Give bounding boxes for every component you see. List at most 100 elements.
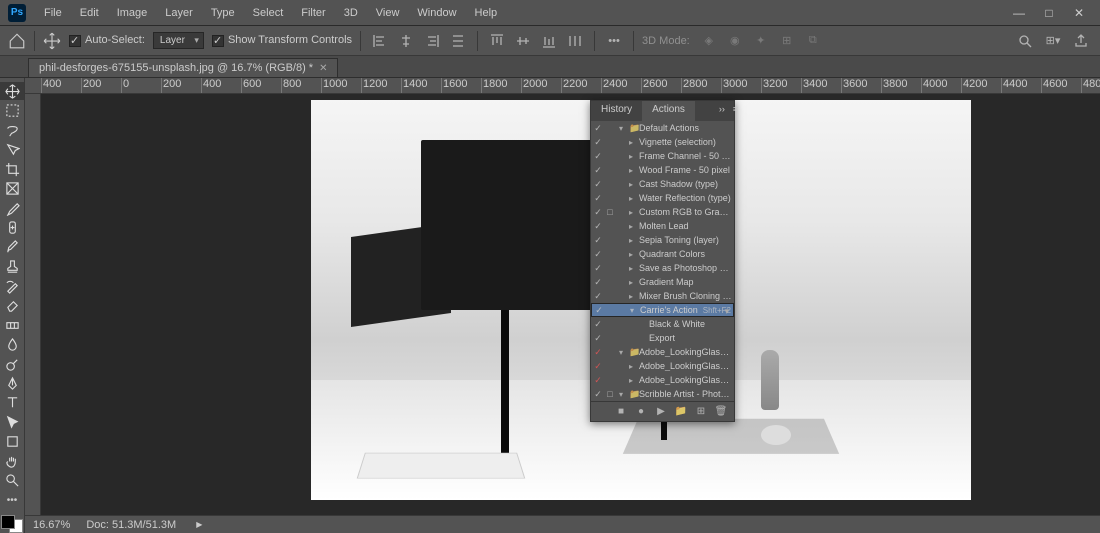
action-row[interactable]: ✓▸Adobe_LookingGlass_Circl… [591,359,734,373]
tab-history[interactable]: History [591,101,642,121]
main-menu: File Edit Image Layer Type Select Filter… [36,3,505,23]
new-action-icon[interactable]: ⊞ [694,406,708,417]
eraser-tool[interactable] [0,296,24,314]
maximize-button[interactable]: □ [1036,4,1062,22]
search-icon[interactable] [1014,30,1036,52]
action-row[interactable]: ✓▸Water Reflection (type) [591,191,734,205]
edit-toolbar[interactable]: ••• [0,491,24,509]
ruler-horizontal: 4002000200400600800100012001400160018002… [25,78,1100,94]
menu-3d[interactable]: 3D [336,3,366,23]
document-tab[interactable]: phil-desforges-675155-unsplash.jpg @ 16.… [28,58,338,77]
align-left-icon[interactable] [369,30,391,52]
align-middle-icon[interactable] [512,30,534,52]
close-button[interactable]: ✕ [1066,4,1092,22]
shape-tool[interactable] [0,433,24,451]
actions-panel: History Actions ›› ≡ ✓▾📁Default Actions✓… [590,100,735,422]
menu-view[interactable]: View [368,3,408,23]
action-row[interactable]: ✓▸Gradient Map [591,275,734,289]
healing-tool[interactable] [0,218,24,236]
tab-actions[interactable]: Actions [642,101,695,121]
toolbox: ••• [0,78,25,533]
delete-icon[interactable]: 🗑 [714,406,728,417]
action-row[interactable]: ✓▾Carrie's ActionShft+F2 [591,303,734,317]
eyedropper-tool[interactable] [0,199,24,217]
canvas[interactable] [41,94,1100,515]
action-row[interactable]: ✓▸Mixer Brush Cloning Paint … [591,289,734,303]
play-icon[interactable]: ▶ [654,406,668,417]
3d-mode-label: 3D Mode: [642,35,690,47]
move-tool[interactable] [0,82,24,100]
action-row[interactable]: ✓▸Molten Lead [591,219,734,233]
status-bar: 16.67% Doc: 51.3M/51.3M ▶ [25,515,1100,533]
action-row[interactable]: ✓▸Adobe_LookingGlass_Squ… [591,373,734,387]
zoom-tool[interactable] [0,472,24,490]
app-icon: Ps [8,4,26,22]
menu-edit[interactable]: Edit [72,3,107,23]
color-swatches[interactable] [1,515,23,533]
lasso-tool[interactable] [0,121,24,139]
align-right-icon[interactable] [421,30,443,52]
action-row[interactable]: ✓Export [591,331,734,345]
auto-select-checkbox[interactable]: Auto-Select: [69,34,145,46]
action-row[interactable]: ✓□▸Custom RGB to Grayscale [591,205,734,219]
action-row[interactable]: ✓▸Save as Photoshop PDF [591,261,734,275]
brush-tool[interactable] [0,238,24,256]
ruler-vertical [25,94,41,515]
menu-select[interactable]: Select [245,3,292,23]
history-brush-tool[interactable] [0,277,24,295]
gradient-tool[interactable] [0,316,24,334]
type-tool[interactable] [0,394,24,412]
3d-icon-2: ◉ [724,30,746,52]
align-top-icon[interactable] [486,30,508,52]
menu-file[interactable]: File [36,3,70,23]
menu-window[interactable]: Window [409,3,464,23]
action-row[interactable]: ✓▸Cast Shadow (type) [591,177,734,191]
action-row[interactable]: ✓▸Wood Frame - 50 pixel [591,163,734,177]
action-row[interactable]: ✓▸Vignette (selection) [591,135,734,149]
blur-tool[interactable] [0,335,24,353]
close-tab-icon[interactable]: ✕ [319,63,327,74]
panel-menu-icon[interactable]: ≡ [729,101,742,121]
frame-tool[interactable] [0,179,24,197]
stamp-tool[interactable] [0,257,24,275]
collapse-icon[interactable]: ›› [715,101,729,121]
path-select-tool[interactable] [0,413,24,431]
align-bottom-icon[interactable] [538,30,560,52]
show-transform-checkbox[interactable]: Show Transform Controls [212,34,352,46]
action-row[interactable]: ✓▸Frame Channel - 50 pixel [591,149,734,163]
3d-icon-4: ⊞ [776,30,798,52]
action-row[interactable]: ✓Black & White [591,317,734,331]
zoom-level[interactable]: 16.67% [33,519,70,531]
distribute-icon[interactable] [447,30,469,52]
dodge-tool[interactable] [0,355,24,373]
action-row[interactable]: ✓▾📁Default Actions [591,121,734,135]
titlebar: Ps File Edit Image Layer Type Select Fil… [0,0,1100,26]
status-menu-icon[interactable]: ▶ [196,520,202,529]
menu-layer[interactable]: Layer [157,3,201,23]
marquee-tool[interactable] [0,101,24,119]
distribute-v-icon[interactable] [564,30,586,52]
menu-image[interactable]: Image [109,3,156,23]
hand-tool[interactable] [0,452,24,470]
crop-tool[interactable] [0,160,24,178]
workspace-icon[interactable]: ⊞▾ [1042,30,1064,52]
window-controls: — □ ✕ [1006,4,1092,22]
action-row[interactable]: ✓▾📁Adobe_LookingGlass_Acti… [591,345,734,359]
more-icon[interactable]: ••• [603,30,625,52]
action-row[interactable]: ✓□▾📁Scribble Artist - Photosho… [591,387,734,401]
minimize-button[interactable]: — [1006,4,1032,22]
share-icon[interactable] [1070,30,1092,52]
stop-icon[interactable]: ■ [614,406,628,417]
align-center-h-icon[interactable] [395,30,417,52]
menu-help[interactable]: Help [467,3,506,23]
record-icon[interactable]: ● [634,406,648,417]
action-row[interactable]: ✓▸Sepia Toning (layer) [591,233,734,247]
pen-tool[interactable] [0,374,24,392]
menu-type[interactable]: Type [203,3,243,23]
quick-select-tool[interactable] [0,140,24,158]
home-icon[interactable] [8,32,26,50]
action-row[interactable]: ✓▸Quadrant Colors [591,247,734,261]
menu-filter[interactable]: Filter [293,3,333,23]
auto-select-target[interactable]: Layer [153,32,204,49]
new-set-icon[interactable]: 📁 [674,406,688,417]
